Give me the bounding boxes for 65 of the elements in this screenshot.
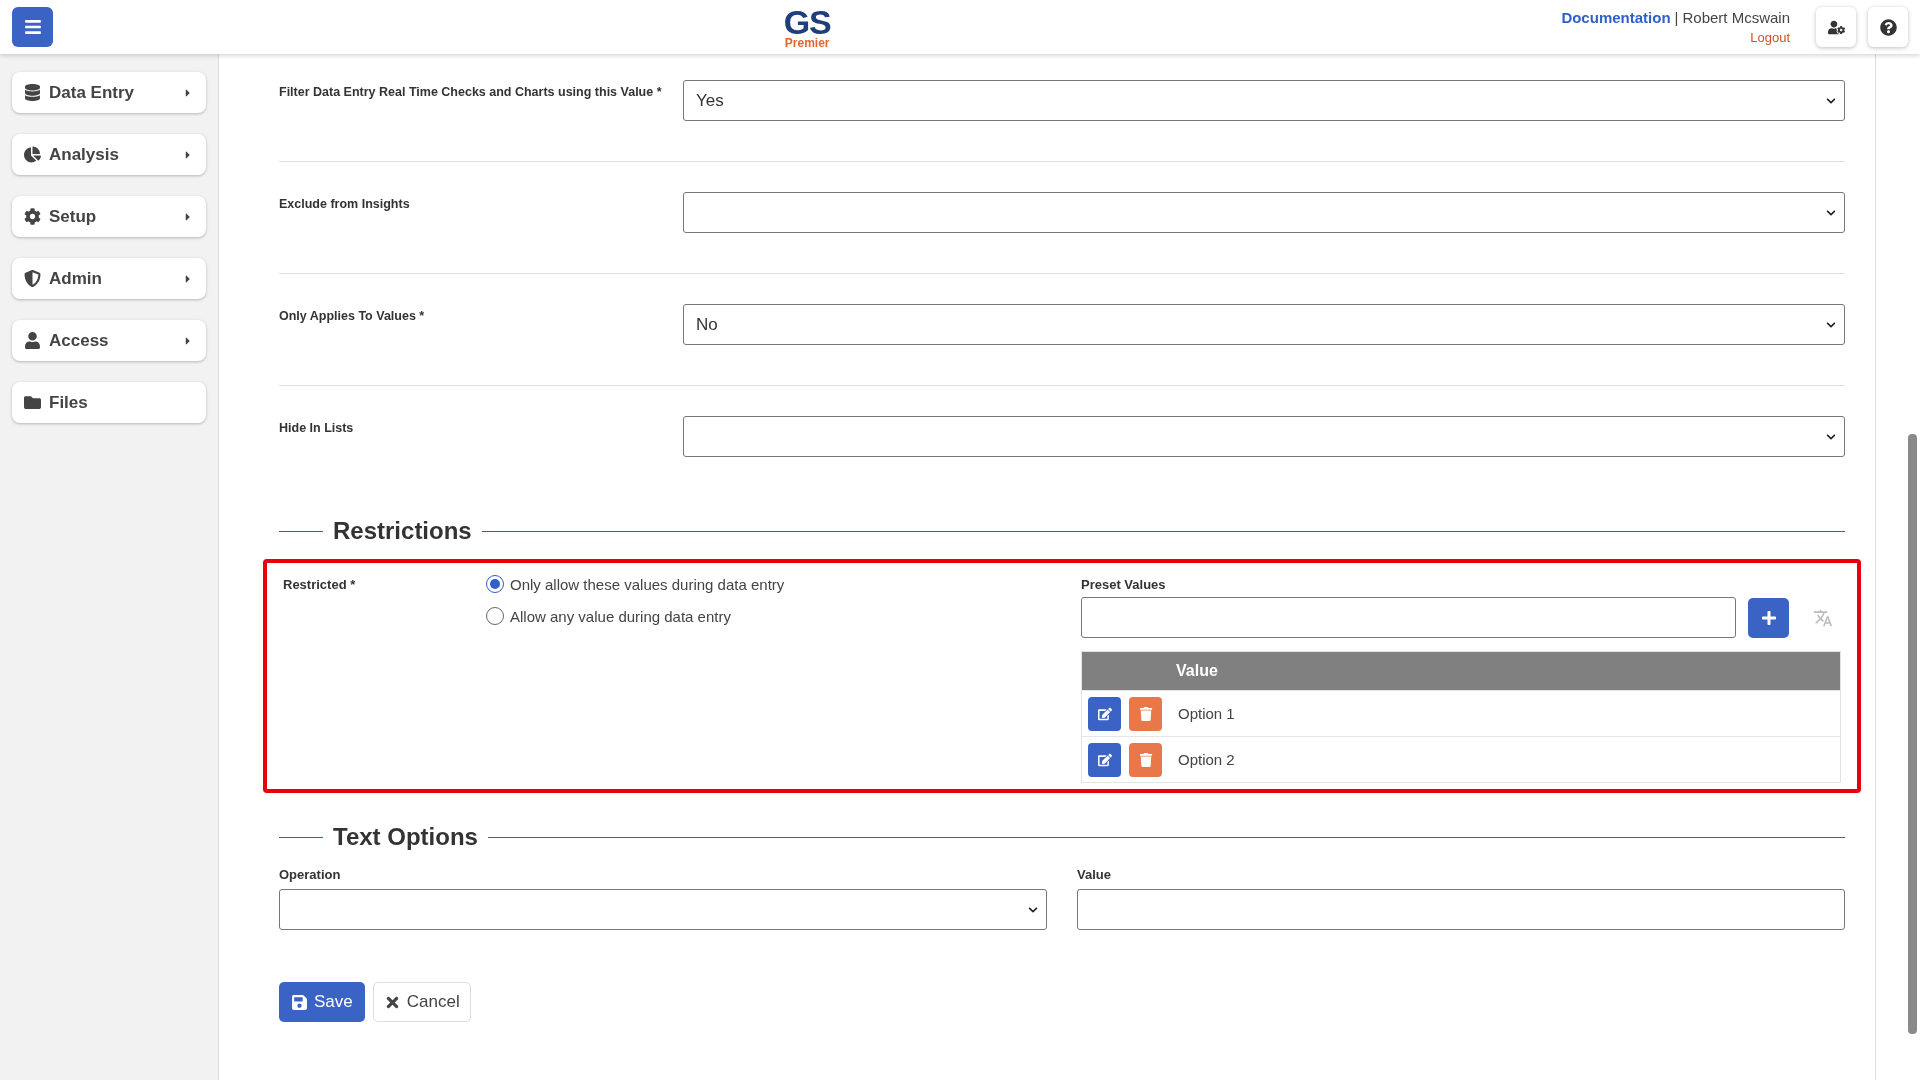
chevron-icon [1028,904,1038,915]
documentation-link[interactable]: Documentation [1561,9,1671,26]
shield-icon [24,270,41,287]
delete-button[interactable] [1129,742,1162,777]
field-label: Exclude from Insights [279,196,411,213]
edit-button[interactable] [1088,696,1121,731]
scrollbar-thumb[interactable] [1908,434,1917,1034]
sidebar-item[interactable]: Admin [12,258,206,299]
table-cell-text: Option 2 [1177,751,1235,768]
field-label: Value [1077,866,1112,884]
menu-icon [23,18,42,36]
radio-option[interactable]: Allow any value during data entry [486,607,1081,625]
user-name: Robert Mcswain [1682,9,1790,26]
section-heading: Text Options [333,823,478,851]
chevron-icon [1826,207,1836,218]
trash-icon [1138,706,1153,721]
settings-icon [24,208,41,225]
field-label: Operation [279,866,342,884]
save-icon [291,993,308,1011]
logout-link[interactable]: Logout [1750,30,1790,45]
add-button[interactable] [1748,597,1789,638]
pie-chart-icon [24,146,41,163]
sidebar-item[interactable]: Access [12,320,206,361]
delete-button[interactable] [1129,696,1162,731]
field-label: Restricted * [283,576,357,594]
sidebar-item[interactable]: Analysis [12,134,206,175]
select-field[interactable] [279,889,1047,930]
field-label: Hide In Lists [279,420,355,437]
select-field[interactable] [683,416,1845,457]
save-button[interactable]: Save [279,982,365,1022]
chevron-icon [1826,319,1836,330]
trash-icon [1138,752,1153,767]
input-field[interactable] [1081,597,1736,638]
help-icon [1879,18,1897,36]
user-settings-button[interactable] [1816,7,1856,47]
edit-icon [1097,706,1112,721]
separator: | [1674,9,1679,26]
menu-button[interactable] [12,7,53,47]
chevron-icon [1826,95,1836,106]
chevron-icon [1826,431,1836,442]
sidebar-item[interactable]: Files [12,382,206,423]
section-heading: Restrictions [333,517,472,545]
select-field[interactable] [683,192,1845,233]
logo-title: GS [783,5,831,39]
field-label: Filter Data Entry Real Time Checks and Charts using this Value * [279,84,663,101]
user-gear-icon [1827,18,1845,36]
database-icon [24,84,41,101]
folder-icon [24,394,41,411]
user-icon [24,332,41,349]
select-field[interactable]: Yes [683,80,1845,121]
edit-icon [1097,752,1112,767]
input-field[interactable] [1077,889,1845,930]
logo-subtitle: Premier [784,37,830,49]
sidebar-item[interactable]: Setup [12,196,206,237]
table-cell-text: Option 1 [1177,705,1235,722]
column-header: Value [1176,662,1218,680]
radio-option[interactable]: Only allow these values during data entry [486,575,1081,593]
edit-button[interactable] [1088,742,1121,777]
field-label: Only Applies To Values * [279,308,426,325]
field-label: Preset Values [1081,576,1167,594]
cancel-button[interactable]: Cancel [372,982,471,1022]
help-button[interactable] [1868,7,1908,47]
select-field[interactable]: No [683,304,1845,345]
sidebar-item[interactable]: Data Entry [12,72,206,113]
plus-icon [1760,609,1777,626]
